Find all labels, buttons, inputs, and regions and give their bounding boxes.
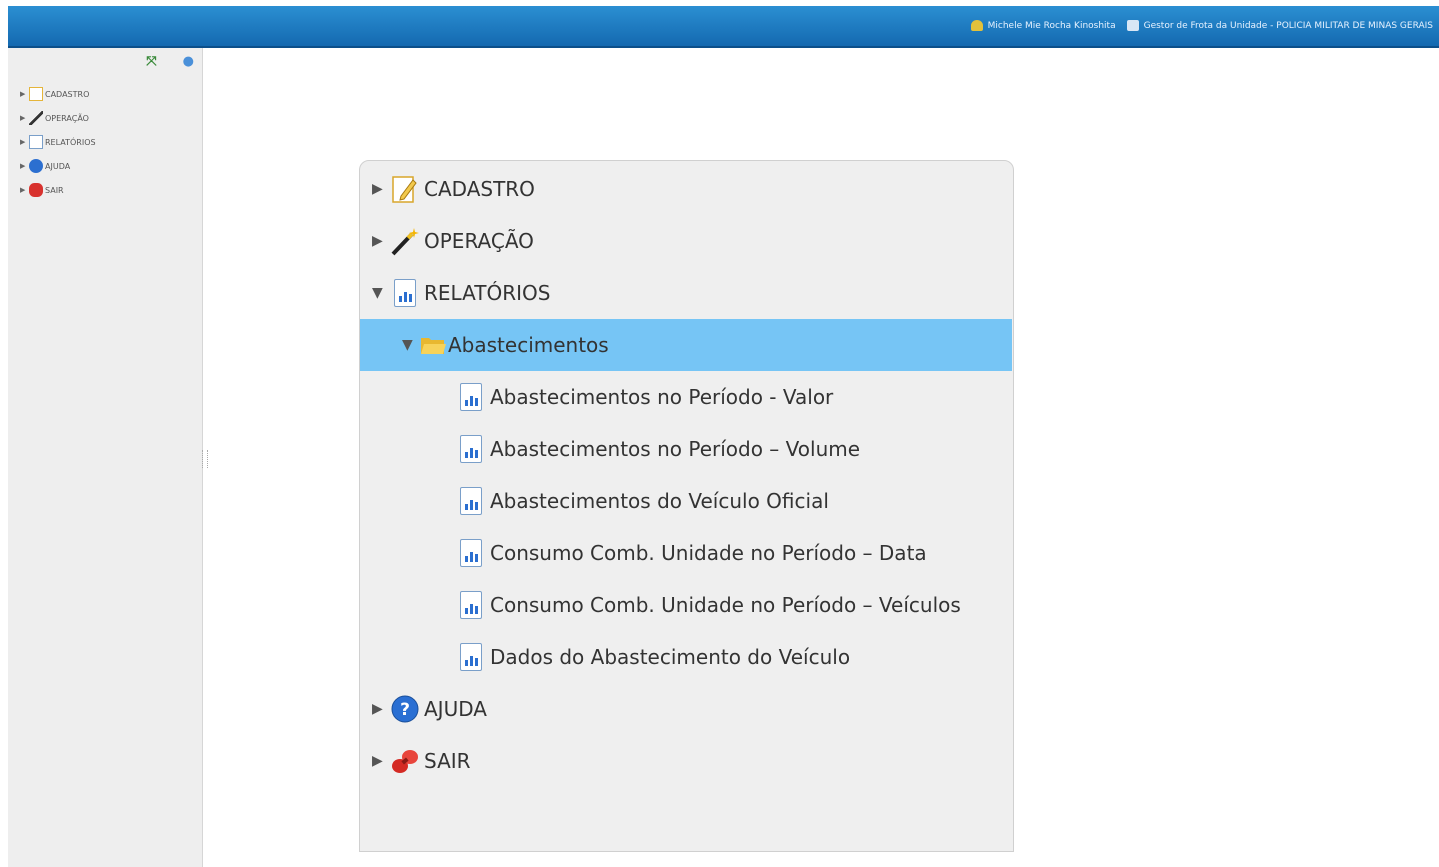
collapse-arrow-icon[interactable]: ▼ [372,285,390,301]
exit-icon [390,746,420,776]
report-item[interactable]: Consumo Comb. Unidade no Período – Data [456,527,927,579]
report-item[interactable]: Dados do Abastecimento do Veículo [456,631,850,683]
sidebar-item-ajuda[interactable]: ▶ AJUDA [20,154,96,178]
menu-item-label: OPERAÇÃO [424,229,534,253]
report-item[interactable]: Abastecimentos no Período – Volume [456,423,860,475]
help-icon [29,159,43,173]
report-item-label: Dados do Abastecimento do Veículo [490,645,851,669]
menu-item-label: RELATÓRIOS [424,281,551,305]
menu-item-label: Abastecimentos [448,333,609,357]
top-header-bar: Michele Mie Rocha Kinoshita Gestor de Fr… [8,6,1439,48]
menu-item-operacao[interactable]: ▶ OPERAÇÃO [372,215,534,267]
expand-arrow-icon[interactable]: ▶ [372,701,390,717]
sidebar-item-label: SAIR [45,185,64,195]
sidebar-item-cadastro[interactable]: ▶ CADASTRO [20,82,96,106]
sidebar-item-label: OPERAÇÃO [45,113,89,123]
report-icon [456,538,486,568]
menu-item-cadastro[interactable]: ▶ CADASTRO [372,163,535,215]
report-icon [29,135,43,149]
report-item-label: Abastecimentos do Veículo Oficial [490,489,829,513]
report-icon [456,434,486,464]
expand-arrow-icon[interactable]: ▶ [372,753,390,769]
report-icon [456,382,486,412]
user-info: Michele Mie Rocha Kinoshita Gestor de Fr… [970,20,1433,31]
menu-item-sair[interactable]: ▶ SAIR [372,735,471,787]
menu-item-ajuda[interactable]: ▶ ? AJUDA [372,683,487,735]
report-item[interactable]: Consumo Comb. Unidade no Período – Veícu… [456,579,961,631]
expand-arrow-icon: ▶ [20,114,26,122]
expand-arrow-icon: ▶ [20,138,26,146]
pin-icon[interactable]: ● [183,54,194,69]
menu-item-relatorios[interactable]: ▼ RELATÓRIOS [372,267,550,319]
menu-panel: ▶ CADASTRO ▶ OPERAÇÃO ▼ RELATÓRIOS ▼ Aba… [359,160,1014,852]
sidebar-item-relatorios[interactable]: ▶ RELATÓRIOS [20,130,96,154]
sidebar-tools: ⤧ ● [146,54,194,69]
expand-arrow-icon[interactable]: ▶ [372,233,390,249]
user-name: Michele Mie Rocha Kinoshita [987,20,1116,31]
svg-text:?: ? [400,700,410,720]
folder-open-icon [420,330,446,360]
magic-wand-icon [29,111,43,125]
report-item[interactable]: Abastecimentos no Período - Valor [456,371,833,423]
collapse-arrow-icon[interactable]: ▼ [402,337,420,353]
user-role: Gestor de Frota da Unidade - POLICIA MIL… [1143,20,1433,31]
expand-arrow-icon[interactable]: ▶ [372,181,390,197]
magic-wand-icon [390,226,420,256]
sidebar-menu: ▶ CADASTRO ▶ OPERAÇÃO ▶ RELATÓRIOS ▶ AJU… [20,82,96,202]
sidebar: ⤧ ● ▶ CADASTRO ▶ OPERAÇÃO ▶ RELATÓRIOS ▶… [8,48,203,867]
help-icon: ? [390,694,420,724]
report-item-label: Consumo Comb. Unidade no Período – Veícu… [490,593,961,617]
expand-icon[interactable]: ⤧ [146,54,156,69]
report-icon [456,642,486,672]
menu-item-abastecimentos[interactable]: ▼ Abastecimentos [360,319,1012,371]
report-item-label: Abastecimentos no Período - Valor [490,385,834,409]
report-icon [456,486,486,516]
sidebar-resize-handle[interactable] [202,450,208,468]
report-icon [456,590,486,620]
expand-arrow-icon: ▶ [20,90,26,98]
report-item[interactable]: Abastecimentos do Veículo Oficial [456,475,829,527]
expand-arrow-icon: ▶ [20,162,26,170]
user-icon [970,20,983,31]
pencil-note-icon [29,87,43,101]
sidebar-item-operacao[interactable]: ▶ OPERAÇÃO [20,106,96,130]
sidebar-item-label: RELATÓRIOS [45,137,96,147]
sidebar-item-sair[interactable]: ▶ SAIR [20,178,96,202]
menu-item-label: AJUDA [424,697,487,721]
exit-icon [29,183,43,197]
pencil-note-icon [390,174,420,204]
menu-item-label: CADASTRO [424,177,535,201]
expand-arrow-icon: ▶ [20,186,26,194]
report-icon [390,278,420,308]
sidebar-item-label: AJUDA [45,161,71,171]
report-item-label: Abastecimentos no Período – Volume [490,437,861,461]
role-icon [1126,20,1139,31]
sidebar-item-label: CADASTRO [45,89,90,99]
report-item-label: Consumo Comb. Unidade no Período – Data [490,541,927,565]
menu-item-label: SAIR [424,749,471,773]
